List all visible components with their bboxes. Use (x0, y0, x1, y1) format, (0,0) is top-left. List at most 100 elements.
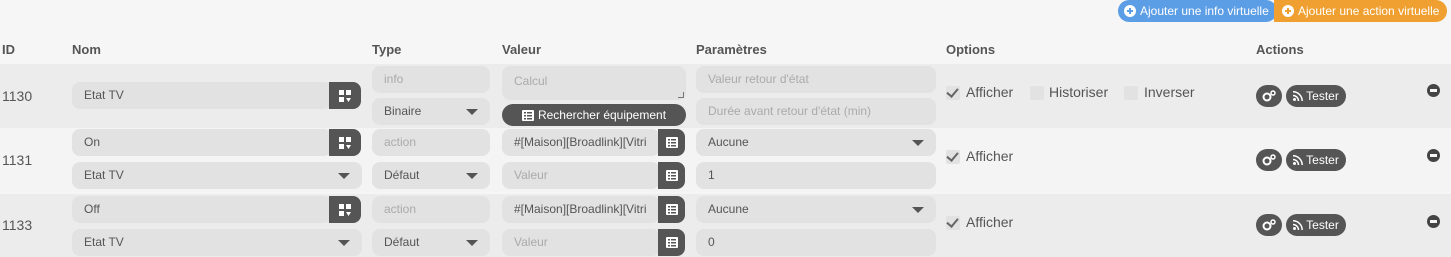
return-delay-input[interactable]: Durée avant retour d'état (min) (696, 98, 936, 125)
param-input[interactable]: 0 (696, 229, 936, 256)
param-select[interactable]: Aucune (696, 196, 936, 223)
value-input[interactable]: Valeur (502, 162, 660, 189)
gears-icon (1262, 219, 1276, 231)
value-input[interactable]: Valeur (502, 229, 660, 256)
header-actions: Actions (1256, 42, 1304, 57)
table-row: 1133 Off Etat TV action Défaut #[Maison]… (0, 194, 1451, 257)
type-field: info (372, 66, 490, 93)
icon-picker-icon (339, 89, 351, 102)
chevron-down-icon (466, 240, 478, 246)
header-name: Nom (72, 42, 101, 57)
plus-circle-icon (1124, 5, 1136, 17)
config-button[interactable] (1256, 85, 1282, 107)
show-label: Afficher (966, 214, 1014, 230)
row-id: 1133 (2, 217, 33, 233)
info-link-value: Etat TV (84, 235, 124, 249)
header-options: Options (946, 42, 996, 57)
chevron-down-icon (338, 240, 350, 246)
add-action-button[interactable]: Ajouter une action virtuelle (1274, 0, 1448, 22)
list-icon (521, 109, 534, 121)
name-input[interactable]: On (72, 129, 332, 156)
rss-icon (1293, 155, 1304, 165)
show-label: Afficher (966, 84, 1014, 100)
info-link-value: Etat TV (84, 168, 124, 182)
subtype-value: Binaire (384, 104, 422, 118)
type-field: action (372, 196, 490, 223)
subtype-value: Défaut (384, 168, 420, 182)
row-id: 1131 (2, 152, 33, 168)
history-checkbox[interactable] (1030, 86, 1044, 100)
value-picker-button[interactable] (658, 162, 685, 189)
list-icon (665, 237, 678, 248)
config-button[interactable] (1256, 214, 1282, 236)
icon-picker-button[interactable] (329, 82, 361, 109)
add-action-label: Ajouter une action virtuelle (1298, 4, 1440, 18)
chevron-down-icon (912, 207, 924, 213)
test-label: Tester (1306, 218, 1339, 232)
value-picker-button[interactable] (658, 229, 685, 256)
chevron-down-icon (338, 173, 350, 179)
invert-checkbox[interactable] (1124, 86, 1138, 100)
history-label: Historiser (1049, 84, 1109, 100)
icon-picker-icon (339, 203, 351, 216)
show-label: Afficher (966, 148, 1014, 164)
header-params: Paramètres (696, 42, 767, 57)
test-button[interactable]: Tester (1286, 149, 1346, 171)
rss-icon (1293, 91, 1304, 101)
calc-textarea[interactable]: Calcul (502, 66, 686, 100)
chevron-down-icon (466, 173, 478, 179)
command-picker-button[interactable] (658, 196, 685, 223)
info-link-select[interactable]: Etat TV (72, 229, 362, 256)
rss-icon (1293, 220, 1304, 230)
name-input[interactable]: Etat TV (72, 82, 332, 109)
add-info-label: Ajouter une info virtuelle (1140, 4, 1269, 18)
test-label: Tester (1306, 153, 1339, 167)
header-type: Type (372, 42, 402, 57)
table-row: 1130 Etat TV info Binaire Calcul Recherc… (0, 64, 1451, 128)
test-button[interactable]: Tester (1286, 85, 1346, 107)
chevron-down-icon (912, 140, 924, 146)
search-equipment-label: Rechercher équipement (537, 108, 667, 122)
top-toolbar: Ajouter une info virtuelle Ajouter une a… (0, 0, 1451, 30)
param-value: Aucune (708, 202, 749, 216)
icon-picker-button[interactable] (329, 129, 361, 156)
show-checkbox[interactable] (946, 216, 960, 230)
icon-picker-button[interactable] (329, 196, 361, 223)
header-id: ID (2, 42, 15, 57)
param-value: Aucune (708, 135, 749, 149)
info-link-select[interactable]: Etat TV (72, 162, 362, 189)
subtype-select[interactable]: Défaut (372, 229, 490, 256)
command-input[interactable]: #[Maison][Broadlink][Vitri (502, 196, 660, 223)
row-id: 1130 (2, 88, 33, 104)
command-input[interactable]: #[Maison][Broadlink][Vitri (502, 129, 660, 156)
subtype-select[interactable]: Défaut (372, 162, 490, 189)
header-value: Valeur (502, 42, 542, 57)
list-icon (665, 170, 678, 181)
add-info-button[interactable]: Ajouter une info virtuelle (1118, 0, 1277, 22)
gears-icon (1262, 90, 1276, 102)
name-input[interactable]: Off (72, 196, 332, 223)
list-icon (665, 204, 678, 215)
return-value-input[interactable]: Valeur retour d'état (696, 66, 936, 93)
command-picker-button[interactable] (658, 129, 685, 156)
chevron-down-icon (466, 109, 478, 115)
subtype-value: Défaut (384, 235, 420, 249)
type-field: action (372, 129, 490, 156)
test-button[interactable]: Tester (1286, 214, 1346, 236)
show-checkbox[interactable] (946, 150, 960, 164)
remove-icon[interactable] (1427, 149, 1440, 162)
param-input[interactable]: 1 (696, 162, 936, 189)
remove-icon[interactable] (1427, 84, 1440, 97)
show-checkbox[interactable] (946, 86, 960, 100)
plus-circle-icon (1282, 5, 1294, 17)
config-button[interactable] (1256, 149, 1282, 171)
icon-picker-icon (339, 136, 351, 149)
table-row: 1131 On Etat TV action Défaut #[Maison][… (0, 128, 1451, 192)
table-header: ID Nom Type Valeur Paramètres Options Ac… (0, 33, 1451, 63)
invert-label: Inverser (1144, 84, 1195, 100)
subtype-select[interactable]: Binaire (372, 98, 490, 125)
param-select[interactable]: Aucune (696, 129, 936, 156)
search-equipment-button[interactable]: Rechercher équipement (502, 104, 686, 126)
remove-icon[interactable] (1427, 215, 1440, 228)
test-label: Tester (1306, 89, 1339, 103)
